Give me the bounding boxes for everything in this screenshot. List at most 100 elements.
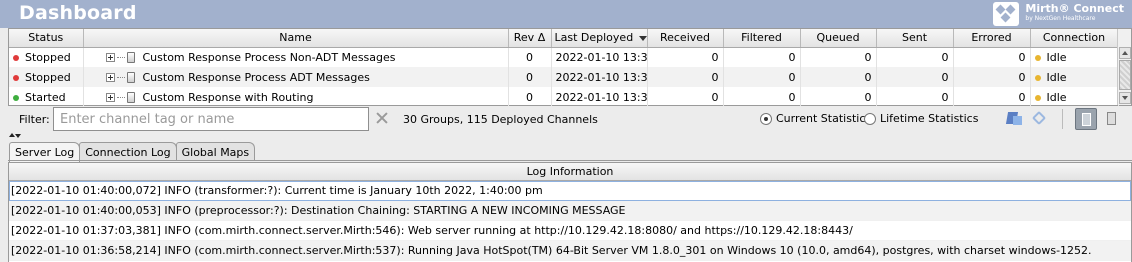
column-header-label: Filtered <box>741 31 782 45</box>
expand-icon[interactable] <box>105 73 115 82</box>
connection-text: Idle <box>1046 70 1067 84</box>
sort-descending-icon <box>639 35 646 41</box>
log-row[interactable]: [2022-01-10 01:40:00,053] INFO (preproce… <box>9 201 1131 221</box>
radio-selected-icon[interactable] <box>760 112 772 125</box>
radio-unselected-icon[interactable] <box>864 112 876 125</box>
log-row[interactable]: [2022-01-10 01:37:03,381] INFO (com.mirt… <box>9 221 1131 241</box>
last-deployed-cell: 2022-01-10 13:36 <box>551 67 648 87</box>
errored-cell: 0 <box>953 47 1031 67</box>
log-row[interactable]: [2022-01-10 01:40:00,072] INFO (transfor… <box>9 181 1131 201</box>
channel-table-scrollbar[interactable] <box>1117 29 1131 105</box>
connection-cell: Idle <box>1030 87 1119 107</box>
single-channel-view-icon[interactable] <box>1103 110 1121 128</box>
channel-row[interactable]: Started Custom Response with Routing 0 2022… <box>9 87 1119 107</box>
connection-dot-icon <box>1034 54 1041 61</box>
last-deployed-cell: 2022-01-10 13:36 <box>551 47 648 67</box>
name-cell: Custom Response Process ADT Messages <box>83 67 509 87</box>
tab-connection-log[interactable]: Connection Log <box>79 142 177 161</box>
channel-view-toggle-icon[interactable] <box>1075 108 1097 130</box>
received-cell: 0 <box>647 67 724 87</box>
column-header-5[interactable]: Filtered <box>723 29 801 48</box>
queued-cell: 0 <box>800 87 877 107</box>
current-statistics-radio[interactable]: Current Statistics <box>760 112 871 125</box>
column-header-label: Sent <box>901 31 928 45</box>
status-dot-icon <box>13 74 19 81</box>
column-header-4[interactable]: Received <box>647 29 724 48</box>
logo-brand: Mirth® Connect <box>1025 2 1124 15</box>
channel-table: Status Name Rev Δ Last Deployed Received Filt… <box>8 28 1132 107</box>
received-cell: 0 <box>647 47 724 67</box>
filtered-cell: 0 <box>723 67 801 87</box>
column-header-label: Rev Δ <box>513 31 546 45</box>
channel-row[interactable]: Stopped Custom Response Process ADT Messa… <box>9 67 1119 87</box>
connection-text: Idle <box>1046 50 1067 64</box>
sent-cell: 0 <box>876 87 954 107</box>
expand-icon[interactable] <box>105 93 115 102</box>
log-column-header[interactable]: Log Information <box>9 163 1131 181</box>
column-header-9[interactable]: Connection <box>1030 29 1119 48</box>
channel-table-header: Status Name Rev Δ Last Deployed Received Filt… <box>9 29 1119 48</box>
column-header-2[interactable]: Rev Δ <box>508 29 552 48</box>
connection-text: Idle <box>1046 90 1067 104</box>
log-tabs: Server Log Connection Log Global Maps <box>9 142 256 162</box>
last-deployed-cell: 2022-01-10 13:36 <box>551 87 648 107</box>
column-header-1[interactable]: Name <box>83 29 509 48</box>
status-dot-icon <box>13 94 19 101</box>
queued-cell: 0 <box>800 67 877 87</box>
errored-cell: 0 <box>953 67 1031 87</box>
status-text: Stopped <box>25 50 71 64</box>
lifetime-statistics-radio[interactable]: Lifetime Statistics <box>864 112 978 125</box>
channel-icon <box>126 52 135 64</box>
channel-icon <box>126 92 135 103</box>
column-header-label: Errored <box>971 31 1012 45</box>
status-dot-icon <box>13 54 19 61</box>
expand-icon[interactable] <box>105 53 115 63</box>
sent-cell: 0 <box>876 47 954 67</box>
tab-global-maps[interactable]: Global Maps <box>175 142 256 161</box>
split-pane-arrows-icon[interactable] <box>9 133 21 139</box>
column-header-3[interactable]: Last Deployed <box>551 29 648 48</box>
mirth-connect-logo: Mirth® Connect by NextGen Healthcare <box>993 2 1124 26</box>
errored-cell: 0 <box>953 87 1031 107</box>
filter-input[interactable] <box>53 107 369 131</box>
toolbar-divider <box>1062 109 1063 129</box>
column-header-label: Last Deployed <box>554 31 634 45</box>
scroll-up-icon[interactable] <box>1119 47 1131 59</box>
dashboard-header: Dashboard Mirth® Connect by NextGen Heal… <box>0 0 1132 28</box>
tag-icon[interactable] <box>1031 110 1049 128</box>
logo-subtitle: by NextGen Healthcare <box>1025 15 1096 22</box>
channel-row[interactable]: Stopped Custom Response Process Non-ADT M… <box>9 47 1119 67</box>
rev-cell: 0 <box>508 87 552 107</box>
status-cell: Started <box>9 87 84 107</box>
status-cell: Stopped <box>9 67 84 87</box>
column-header-label: Received <box>659 31 711 45</box>
tab-server-log[interactable]: Server Log <box>9 142 81 162</box>
scroll-thumb[interactable] <box>1119 60 1131 90</box>
rev-cell: 0 <box>508 47 552 67</box>
page-title: Dashboard <box>19 2 137 24</box>
channel-name: Custom Response Process ADT Messages <box>142 70 370 84</box>
column-header-label: Status <box>28 31 64 45</box>
scroll-down-icon[interactable] <box>1119 92 1131 104</box>
column-header-6[interactable]: Queued <box>800 29 877 48</box>
log-row[interactable]: [2022-01-10 01:36:58,214] INFO (com.mirt… <box>9 241 1131 261</box>
channel-count: 30 Groups, 115 Deployed Channels <box>403 113 598 126</box>
logo-mark-icon <box>993 2 1020 26</box>
column-header-0[interactable]: Status <box>9 29 84 48</box>
tag-filter-icon[interactable] <box>1005 110 1024 128</box>
connection-dot-icon <box>1034 94 1041 101</box>
connection-dot-icon <box>1034 74 1041 81</box>
filter-label: Filter: <box>19 113 50 126</box>
queued-cell: 0 <box>800 47 877 67</box>
connection-cell: Idle <box>1030 67 1119 87</box>
current-statistics-label: Current Statistics <box>776 112 872 125</box>
status-cell: Stopped <box>9 47 84 67</box>
clear-filter-icon[interactable] <box>375 111 389 125</box>
server-log-table: Log Information [2022-01-10 01:40:00,072… <box>8 162 1132 262</box>
rev-cell: 0 <box>508 67 552 87</box>
column-header-label: Queued <box>816 31 860 45</box>
column-header-8[interactable]: Errored <box>953 29 1031 48</box>
column-header-label: Connection <box>1042 31 1106 45</box>
status-text: Stopped <box>25 70 71 84</box>
column-header-7[interactable]: Sent <box>876 29 954 48</box>
